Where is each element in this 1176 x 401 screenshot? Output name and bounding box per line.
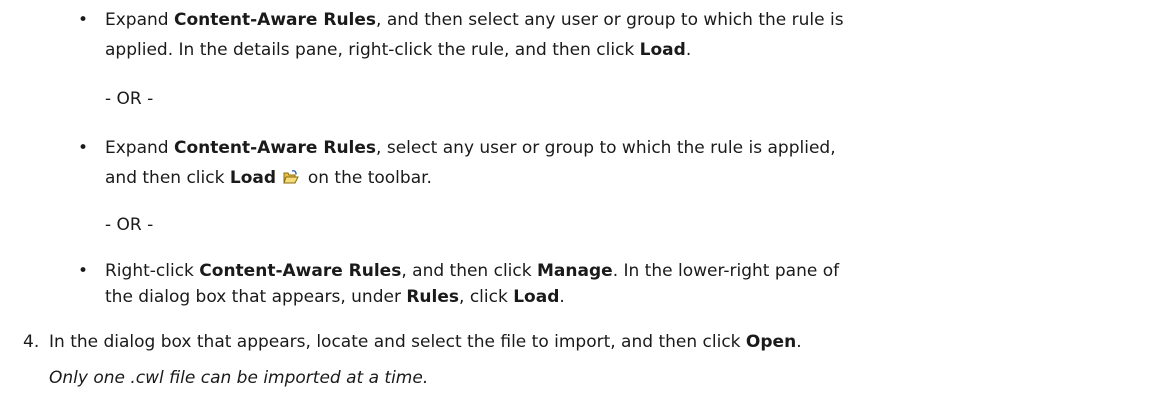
ui-term-content-aware-rules: Content-Aware Rules [173, 138, 377, 158]
bullet-text: the dialog box that appears, under [105, 287, 407, 307]
ui-term-load: Load [229, 168, 277, 188]
document-body: • Expand Content-Aware Rules, and then s… [0, 0, 1176, 401]
step-text: In the dialog box that appears, locate a… [49, 332, 746, 352]
bullet-text: , and then select any user or group to w… [376, 10, 844, 30]
ui-term-open: Open [745, 332, 797, 352]
bullet-item-1: • Expand Content-Aware Rules, and then s… [78, 5, 1165, 65]
bullet-text: . [559, 287, 565, 307]
bullet-text: and then click [105, 168, 230, 188]
ui-term-load: Load [639, 40, 686, 60]
or-separator: - OR - [105, 89, 154, 109]
bullet-item-2: • Expand Content-Aware Rules, select any… [78, 133, 1165, 193]
bullet-item-3: • Right-click Content-Aware Rules, and t… [78, 258, 1165, 310]
step-number: 4. [23, 332, 40, 352]
ui-term-content-aware-rules: Content-Aware Rules [173, 10, 377, 30]
bullet-dot: • [78, 261, 89, 281]
bullet-text: , and then click [401, 261, 538, 281]
ui-term-manage: Manage [537, 261, 613, 281]
bullet-text: Expand [105, 138, 174, 158]
open-folder-icon [283, 164, 300, 184]
bullet-text: . [685, 40, 692, 60]
bullet-dot: • [78, 10, 89, 30]
step-text: . [796, 332, 802, 352]
bullet-text: on the toolbar. [302, 168, 432, 188]
step-4: 4. In the dialog box that appears, locate… [23, 329, 1163, 355]
note-text: Only one .cwl file can be imported at a … [49, 368, 429, 388]
ui-term-rules: Rules [406, 287, 460, 307]
bullet-dot: • [78, 138, 89, 158]
ui-term-load: Load [513, 287, 560, 307]
bullet-text: . In the lower-right pane of [612, 261, 840, 281]
bullet-text: Expand [105, 10, 174, 30]
bullet-text: Right-click [105, 261, 200, 281]
ui-term-content-aware-rules: Content-Aware Rules [199, 261, 402, 281]
bullet-text: , click [459, 287, 514, 307]
bullet-text: applied. In the details pane, right-clic… [105, 40, 640, 60]
bullet-text: , select any user or group to which the … [376, 138, 836, 158]
or-separator: - OR - [105, 215, 154, 235]
